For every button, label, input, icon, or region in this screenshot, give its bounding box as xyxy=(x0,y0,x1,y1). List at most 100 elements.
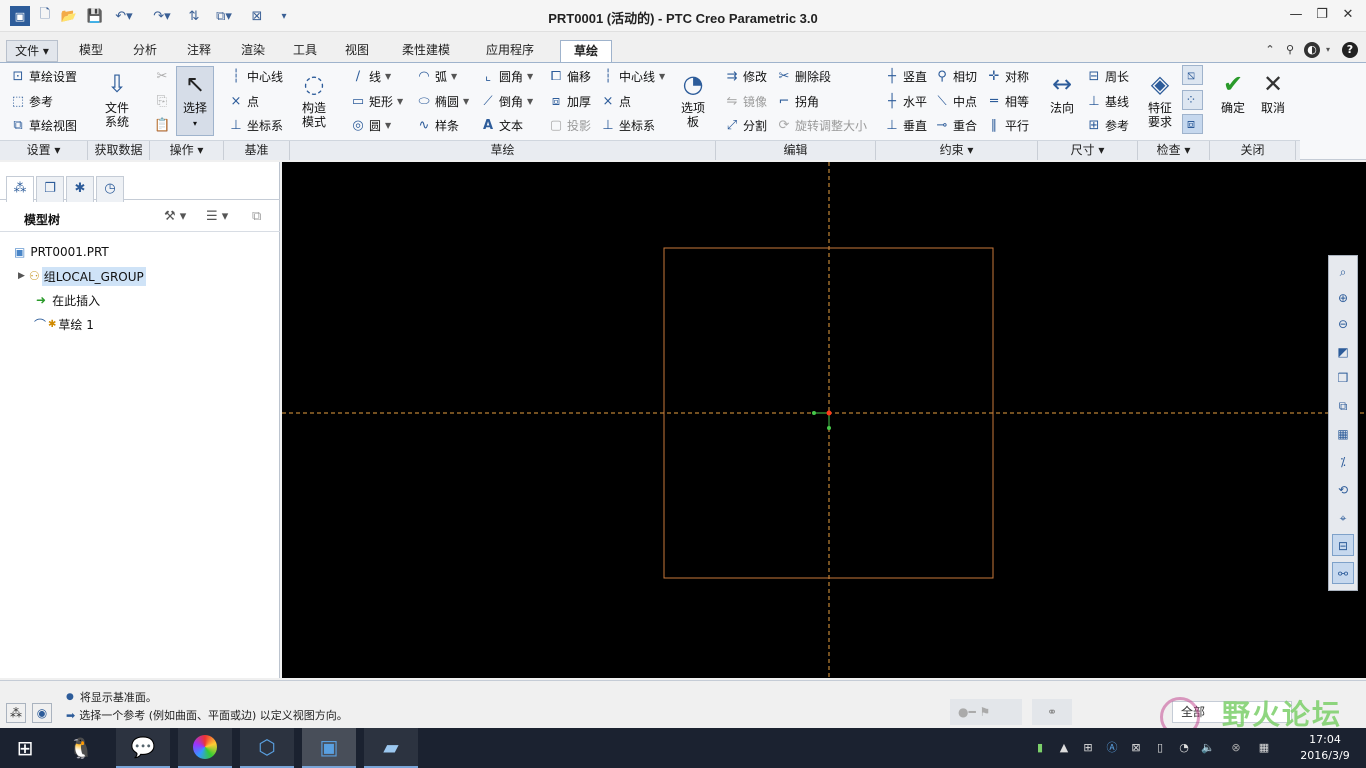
volume-muted-icon[interactable]: 🔈 xyxy=(1200,740,1216,756)
sketch-centerline-button[interactable]: ┆ 中心线 ▼ xyxy=(600,65,665,87)
thicken-button[interactable]: ⧈ 加厚 xyxy=(548,90,591,112)
minimize-ribbon-icon[interactable]: ⌃ xyxy=(1262,42,1278,58)
shade-closed-toggle[interactable]: ⧈ xyxy=(1182,114,1203,134)
windows-icon[interactable]: ⧉▾ xyxy=(208,6,240,26)
minimize-button[interactable]: — xyxy=(1284,4,1308,26)
save-icon[interactable]: 💾 xyxy=(86,6,104,26)
overlapping-geometry-toggle[interactable]: ⧅ xyxy=(1182,65,1203,85)
tree-node-part[interactable]: ▣ PRT0001.PRT xyxy=(14,242,109,262)
redo-icon[interactable]: ↷▾ xyxy=(148,6,176,26)
tab-file[interactable]: 文件 ▾ xyxy=(6,40,58,62)
open-ends-toggle[interactable]: ⁘ xyxy=(1182,90,1203,110)
arc-button[interactable]: ◠ 弧 ▼ xyxy=(416,65,457,87)
repaint-icon[interactable]: ◩ xyxy=(1332,340,1354,362)
model-tree-tab-icon[interactable]: ⁂ xyxy=(6,176,34,202)
mirror-button[interactable]: ⇋ 镜像 xyxy=(724,90,767,112)
tab-render[interactable]: 渲染 xyxy=(228,40,278,62)
divide-button[interactable]: ⤢ 分割 xyxy=(724,114,767,136)
tab-model[interactable]: 模型 xyxy=(66,40,116,62)
references-button[interactable]: ⬚ 参考 xyxy=(10,90,53,112)
rotate-resize-button[interactable]: ⟳ 旋转调整大小 xyxy=(776,114,867,136)
perpendicular-constraint-button[interactable]: ⊥ 垂直 xyxy=(884,114,927,136)
chamfer-button[interactable]: ⟋ 倒角 ▼ xyxy=(480,90,533,112)
tab-view[interactable]: 视图 xyxy=(332,40,382,62)
folder-browser-tab-icon[interactable]: ❐ xyxy=(36,176,64,202)
battery-icon[interactable]: ▮ xyxy=(1032,740,1048,756)
group-dimension[interactable]: 尺寸 ▾ xyxy=(1038,141,1138,160)
group-constrain[interactable]: 约束 ▾ xyxy=(876,141,1038,160)
windows-tray-icon[interactable]: ⊞ xyxy=(1080,740,1096,756)
settings-tools-icon[interactable]: ⚒ ▾ xyxy=(164,209,186,224)
help-icon[interactable]: ? xyxy=(1342,42,1358,58)
perimeter-button[interactable]: ⊟ 周长 xyxy=(1086,65,1129,87)
refit-icon[interactable]: ⌕ xyxy=(1332,260,1354,282)
ok-button[interactable]: ✔ 确定 xyxy=(1216,67,1250,115)
datum-point-button[interactable]: × 点 xyxy=(228,90,259,112)
sketch-view-icon[interactable]: ⌖ xyxy=(1332,506,1354,528)
power-icon[interactable]: ▯ xyxy=(1152,740,1168,756)
open-icon[interactable]: 📂 xyxy=(60,6,78,26)
equal-constraint-button[interactable]: ═ 相等 xyxy=(986,90,1029,112)
tab-flexible-modeling[interactable]: 柔性建模 xyxy=(388,40,464,62)
customize-icon[interactable]: ▾ xyxy=(276,6,292,26)
tab-applications[interactable]: 应用程序 xyxy=(470,40,550,62)
sketch-coord-button[interactable]: ⊥ 坐标系 xyxy=(600,114,655,136)
close-window-icon[interactable]: ⊠ xyxy=(248,6,266,26)
tangent-constraint-button[interactable]: ⚲ 相切 xyxy=(934,65,977,87)
tree-node-sketch[interactable]: ⌒ ✱ 草绘 1 xyxy=(34,314,94,334)
tree-node-group[interactable]: ▶ ⚇ 组LOCAL_GROUP xyxy=(18,266,146,286)
wifi-icon[interactable]: ◔ xyxy=(1176,740,1192,756)
cancel-button[interactable]: ✕ 取消 xyxy=(1256,67,1290,115)
group-inspect[interactable]: 检查 ▾ xyxy=(1138,141,1210,160)
new-icon[interactable]: 🗋 xyxy=(36,6,54,26)
creo-agent-icon[interactable]: ⬡ xyxy=(240,728,294,768)
favorites-tab-icon[interactable]: ✱ xyxy=(66,176,94,202)
select-button[interactable]: ↖ 选择 ▾ xyxy=(176,66,214,136)
browser-app-icon[interactable] xyxy=(178,728,232,768)
cut-button[interactable]: ✂ xyxy=(154,65,173,87)
midpoint-constraint-button[interactable]: ⟍ 中点 xyxy=(934,90,977,112)
tab-annotate[interactable]: 注释 xyxy=(174,40,224,62)
regenerate-icon[interactable]: ⇅ xyxy=(184,6,204,26)
datum-centerline-button[interactable]: ┆ 中心线 xyxy=(228,65,283,87)
search-icon[interactable]: ⚲ xyxy=(1282,42,1298,58)
show-options-icon[interactable]: ☰ ▾ xyxy=(206,209,228,224)
ellipse-button[interactable]: ⬭ 椭圆 ▼ xyxy=(416,90,469,112)
zoom-out-icon[interactable]: ⊖ xyxy=(1332,312,1354,334)
feature-requirements-button[interactable]: ◈ 特征 要求 xyxy=(1142,67,1178,129)
symmetric-constraint-button[interactable]: ✛ 对称 xyxy=(986,65,1029,87)
history-tab-icon[interactable]: ◷ xyxy=(96,176,124,202)
tray-expand-icon[interactable]: ▲ xyxy=(1056,740,1072,756)
rectangle-button[interactable]: ▭ 矩形 ▼ xyxy=(350,90,403,112)
display-style-icon[interactable]: ❒ xyxy=(1332,366,1354,388)
graphics-area[interactable] xyxy=(282,162,1366,678)
saved-orientations-icon[interactable]: ⧉ xyxy=(1332,394,1354,416)
group-setup[interactable]: 设置 ▾ xyxy=(0,141,88,160)
view-manager-icon[interactable]: ▦ xyxy=(1332,422,1354,444)
datum-coord-button[interactable]: ⊥ 坐标系 xyxy=(228,114,283,136)
record-icon[interactable]: ●━ xyxy=(958,705,976,719)
delete-segment-button[interactable]: ✂ 删除段 xyxy=(776,65,831,87)
zoom-in-icon[interactable]: ⊕ xyxy=(1332,286,1354,308)
circle-button[interactable]: ◎ 圆 ▼ xyxy=(350,114,391,136)
creo-parametric-taskbar-icon[interactable]: ▣ xyxy=(302,728,356,768)
origin-point[interactable] xyxy=(826,410,832,416)
sketch-setup-button[interactable]: ⊡ 草绘设置 xyxy=(10,65,77,87)
find-icon[interactable]: ⚭ xyxy=(1032,699,1072,725)
tab-tools[interactable]: 工具 xyxy=(280,40,330,62)
parallel-constraint-button[interactable]: ∥ 平行 xyxy=(986,114,1029,136)
qq-icon[interactable]: 🐧 xyxy=(54,728,108,768)
community-icon[interactable]: ◐ xyxy=(1304,42,1320,58)
undo-icon[interactable]: ↶▾ xyxy=(110,6,138,26)
paste-button[interactable]: 📋 xyxy=(154,114,173,136)
modify-button[interactable]: ⇉ 修改 xyxy=(724,65,767,87)
navigator-toggle-icon[interactable]: ⁂ xyxy=(6,703,26,723)
coincident-constraint-button[interactable]: ⊸ 重合 xyxy=(934,114,977,136)
project-button[interactable]: ▢ 投影 xyxy=(548,114,591,136)
horizontal-constraint-button[interactable]: ┼ 水平 xyxy=(884,90,927,112)
app-icon[interactable]: ▣ xyxy=(10,6,30,26)
datum-display-icon[interactable]: ⁒ xyxy=(1332,450,1354,472)
spin-center-icon[interactable]: ⟲ xyxy=(1332,478,1354,500)
tree-filter-icon[interactable]: ⧉ xyxy=(252,209,261,224)
wechat-icon[interactable]: 💬 xyxy=(116,728,170,768)
